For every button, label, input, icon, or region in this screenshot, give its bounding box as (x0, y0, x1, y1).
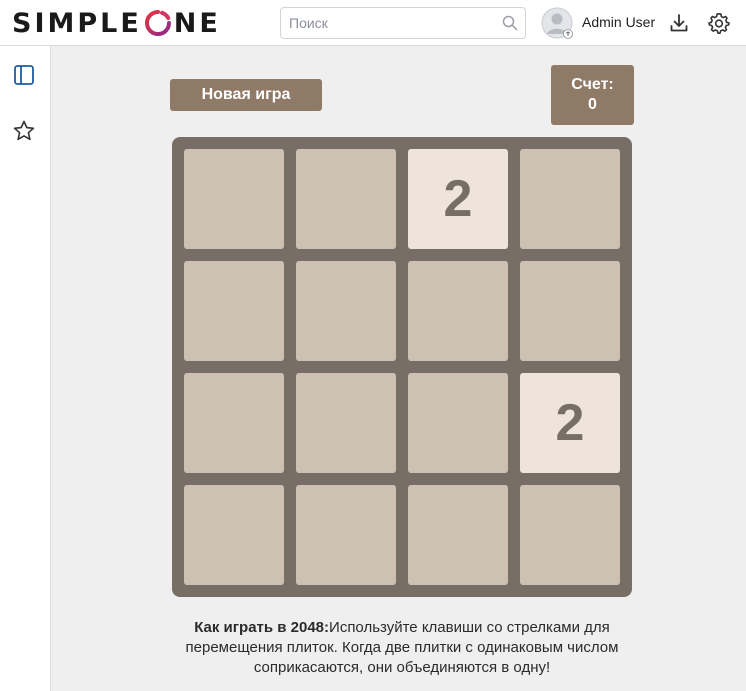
tile: 2 (408, 149, 508, 249)
empty-cell (184, 261, 284, 361)
search-input[interactable] (289, 8, 489, 38)
game-board[interactable]: 22 (172, 137, 632, 597)
empty-cell (520, 485, 620, 585)
empty-cell (184, 485, 284, 585)
search-box[interactable] (280, 7, 526, 39)
empty-cell (184, 149, 284, 249)
score-label: Счет: (571, 76, 614, 93)
logo-text-left: SIMPLE (12, 7, 142, 39)
score-value: 0 (588, 96, 597, 113)
empty-cell (408, 261, 508, 361)
empty-cell (184, 373, 284, 473)
logo-o-mark-icon (144, 10, 171, 36)
user-name[interactable]: Admin User (582, 14, 655, 30)
empty-cell (408, 485, 508, 585)
download-icon[interactable] (668, 12, 690, 34)
empty-cell (296, 485, 396, 585)
simpleone-logo[interactable]: SIMPLE NE (12, 6, 221, 40)
gear-icon[interactable] (708, 12, 730, 34)
new-game-button[interactable]: Новая игра (170, 79, 322, 111)
empty-cell (296, 149, 396, 249)
tile: 2 (520, 373, 620, 473)
star-icon[interactable] (12, 119, 36, 143)
left-sidebar (0, 46, 51, 691)
instructions-title: Как играть в 2048: (194, 619, 330, 636)
search-icon[interactable] (502, 15, 518, 31)
empty-cell (520, 261, 620, 361)
logo-text-right: NE (173, 7, 221, 39)
sidebar-toggle-icon[interactable] (12, 63, 36, 87)
instructions: Как играть в 2048:Используйте клавиши со… (160, 618, 644, 678)
empty-cell (296, 373, 396, 473)
score-box: Счет: 0 (551, 65, 634, 125)
empty-cell (520, 149, 620, 249)
avatar-icon[interactable] (541, 7, 573, 39)
empty-cell (296, 261, 396, 361)
empty-cell (408, 373, 508, 473)
top-header: SIMPLE NE Admin User (0, 0, 746, 46)
